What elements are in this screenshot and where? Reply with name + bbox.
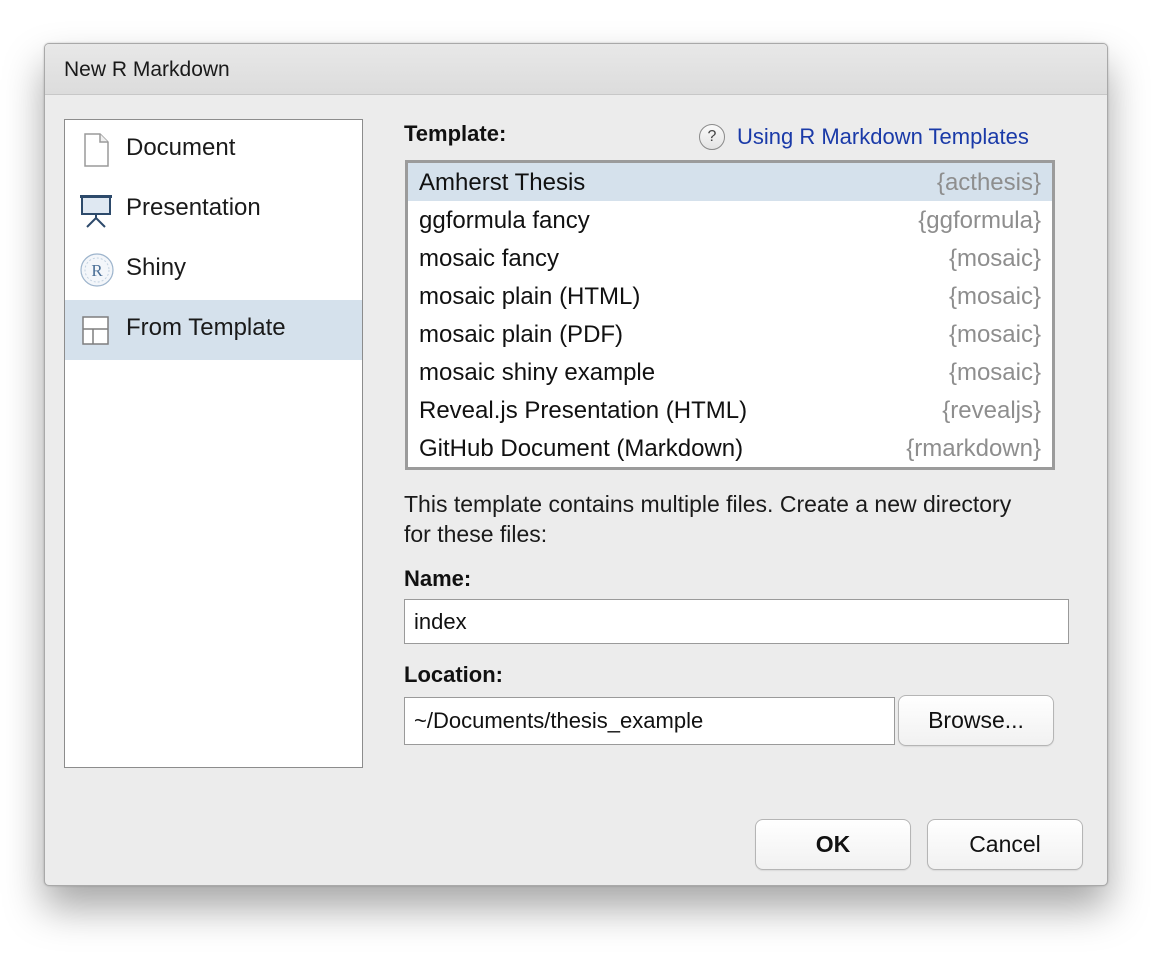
- template-row[interactable]: ggformula fancy {ggformula}: [408, 201, 1052, 239]
- sidebar-item-from-template[interactable]: From Template: [65, 300, 362, 360]
- document-icon: [79, 132, 113, 168]
- new-r-markdown-dialog: New R Markdown Document Presentation R S…: [44, 43, 1108, 886]
- template-package: {mosaic}: [948, 359, 1041, 386]
- sidebar-item-document[interactable]: Document: [65, 120, 362, 180]
- cancel-button[interactable]: Cancel: [927, 819, 1083, 870]
- presentation-icon: [79, 192, 113, 228]
- template-icon: [79, 312, 113, 348]
- sidebar-item-presentation[interactable]: Presentation: [65, 180, 362, 240]
- sidebar-item-label: Shiny: [126, 254, 187, 281]
- template-package: {revealjs}: [942, 397, 1041, 424]
- template-row[interactable]: Reveal.js Presentation (HTML) {revealjs}: [408, 391, 1052, 429]
- templates-help-link[interactable]: ? Using R Markdown Templates: [699, 122, 1029, 152]
- template-package: {acthesis}: [936, 169, 1041, 196]
- template-name: ggformula fancy: [419, 207, 590, 234]
- shiny-icon: R: [79, 252, 114, 288]
- sidebar-item-label: Document: [126, 134, 236, 161]
- template-package: {mosaic}: [948, 245, 1041, 272]
- template-list[interactable]: Amherst Thesis {acthesis} ggformula fanc…: [405, 160, 1055, 470]
- template-row[interactable]: mosaic shiny example {mosaic}: [408, 353, 1052, 391]
- template-row[interactable]: mosaic fancy {mosaic}: [408, 239, 1052, 277]
- template-package: {ggformula}: [918, 207, 1041, 234]
- help-icon: ?: [699, 124, 725, 150]
- template-name: Reveal.js Presentation (HTML): [419, 397, 748, 424]
- template-name: Amherst Thesis: [419, 169, 586, 196]
- template-name: mosaic plain (HTML): [419, 283, 641, 310]
- sidebar-item-label: Presentation: [126, 194, 261, 221]
- template-package: {mosaic}: [948, 321, 1041, 348]
- template-name: GitHub Document (Markdown): [419, 435, 744, 462]
- sidebar-item-shiny[interactable]: R Shiny: [65, 240, 362, 300]
- name-input[interactable]: index: [404, 599, 1069, 644]
- template-row[interactable]: Amherst Thesis {acthesis}: [408, 163, 1052, 201]
- template-label: Template:: [404, 121, 507, 146]
- sidebar-item-label: From Template: [126, 314, 286, 341]
- help-link-text: Using R Markdown Templates: [737, 124, 1029, 149]
- title-bar: New R Markdown: [45, 44, 1107, 95]
- ok-button[interactable]: OK: [755, 819, 911, 870]
- name-label: Name:: [404, 566, 472, 591]
- browse-button[interactable]: Browse...: [898, 695, 1054, 746]
- document-type-list: Document Presentation R Shiny From Templ…: [64, 119, 363, 768]
- template-name: mosaic plain (PDF): [419, 321, 624, 348]
- location-input[interactable]: ~/Documents/thesis_example: [404, 697, 895, 745]
- template-package: {rmarkdown}: [906, 435, 1041, 462]
- template-row[interactable]: mosaic plain (HTML) {mosaic}: [408, 277, 1052, 315]
- location-label: Location:: [404, 662, 503, 687]
- template-row[interactable]: mosaic plain (PDF) {mosaic}: [408, 315, 1052, 353]
- template-row[interactable]: GitHub Document (Markdown) {rmarkdown}: [408, 429, 1052, 467]
- template-name: mosaic fancy: [419, 245, 560, 272]
- template-description: This template contains multiple files. C…: [404, 491, 1012, 547]
- svg-text:R: R: [91, 261, 103, 280]
- window-title: New R Markdown: [64, 58, 230, 81]
- template-name: mosaic shiny example: [419, 359, 656, 386]
- template-package: {mosaic}: [948, 283, 1041, 310]
